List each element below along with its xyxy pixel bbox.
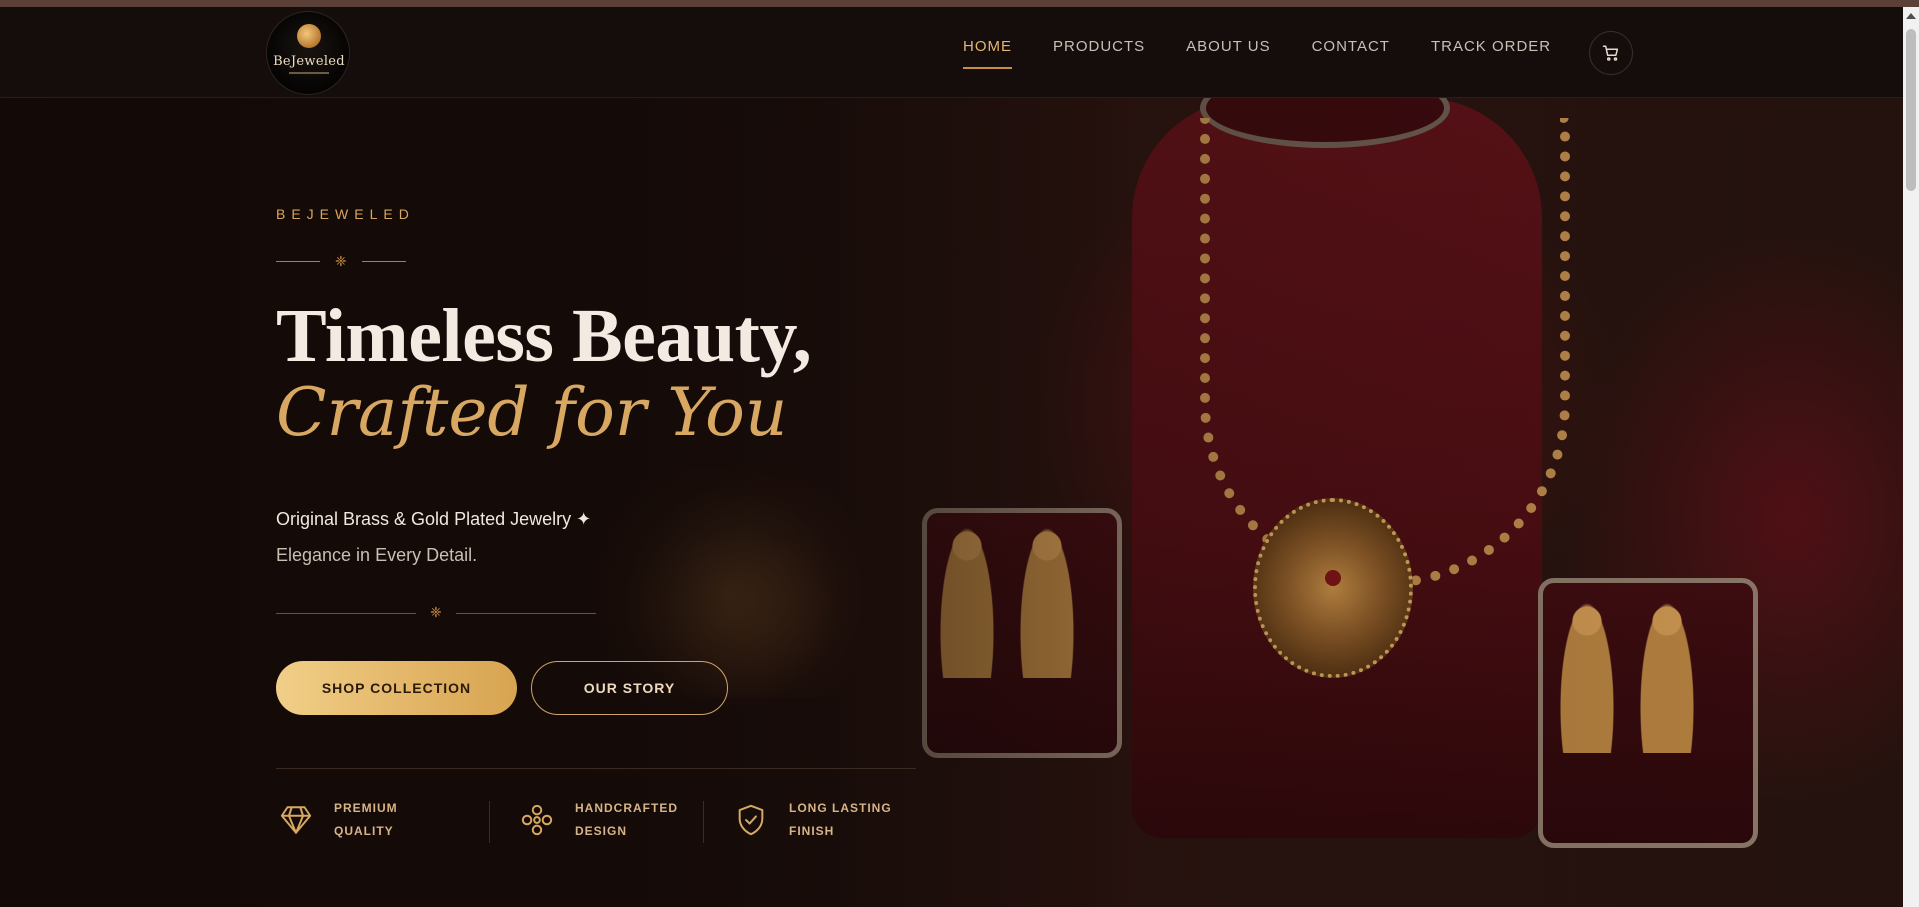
scrollbar-thumb[interactable] [1906,29,1916,191]
cart-button[interactable] [1589,31,1633,75]
hero-content: BEJEWELED ❈ Timeless Beauty, Crafted for… [276,98,976,907]
feature-separator [703,801,704,843]
diamond-icon [276,800,316,840]
brand-kicker: BEJEWELED [276,206,415,222]
feature-long-lasting-finish: LONG LASTING FINISH [731,795,892,845]
feature-handcrafted-design: HANDCRAFTED DESIGN [517,795,678,845]
logo-text: BeJeweled [273,54,345,69]
ornament-star-icon: ❈ [430,604,442,620]
nav-products[interactable]: PRODUCTS [1053,38,1145,69]
knot-icon [517,800,557,840]
hero-section: BEJEWELED ❈ Timeless Beauty, Crafted for… [0,98,1903,907]
features-divider [276,768,916,769]
brand-logo[interactable]: BeJeweled [266,11,350,95]
feature-line: LONG LASTING [789,801,892,815]
feature-separator [489,801,490,843]
feature-premium-quality: PREMIUM QUALITY [276,795,398,845]
feature-line: PREMIUM [334,801,398,815]
ornament-divider: ❈ [276,253,408,269]
hero-tagline: Original Brass & Gold Plated Jewelry ✦ [276,509,592,529]
shield-check-icon [731,800,771,840]
site-header: BeJeweled HOME PRODUCTS ABOUT US CONTACT… [0,7,1903,98]
ornament-star-icon: ❈ [335,253,347,269]
feature-line: FINISH [789,824,835,838]
our-story-button[interactable]: OUR STORY [531,661,728,715]
nav-about-us[interactable]: ABOUT US [1186,38,1270,69]
logo-underline [289,72,329,74]
feature-line: DESIGN [575,824,628,838]
nav-track-order[interactable]: TRACK ORDER [1431,38,1551,69]
nav-home[interactable]: HOME [963,38,1012,69]
hero-headline-accent: Crafted for You [276,374,788,451]
browser-top-strip [0,0,1919,7]
cart-icon [1602,45,1619,61]
hero-tagline-secondary: Elegance in Every Detail. [276,545,478,565]
hero-headline: Timeless Beauty, [276,294,812,378]
main-nav: HOME PRODUCTS ABOUT US CONTACT TRACK ORD… [963,38,1592,69]
page-scrollbar[interactable] [1903,7,1919,907]
logo-emblem-icon [297,24,321,48]
shop-collection-button[interactable]: SHOP COLLECTION [276,661,517,715]
feature-line: QUALITY [334,824,394,838]
ornament-divider-long: ❈ [276,604,598,620]
scroll-up-arrow-icon[interactable] [1906,13,1916,19]
nav-contact[interactable]: CONTACT [1312,38,1390,69]
feature-line: HANDCRAFTED [575,801,678,815]
